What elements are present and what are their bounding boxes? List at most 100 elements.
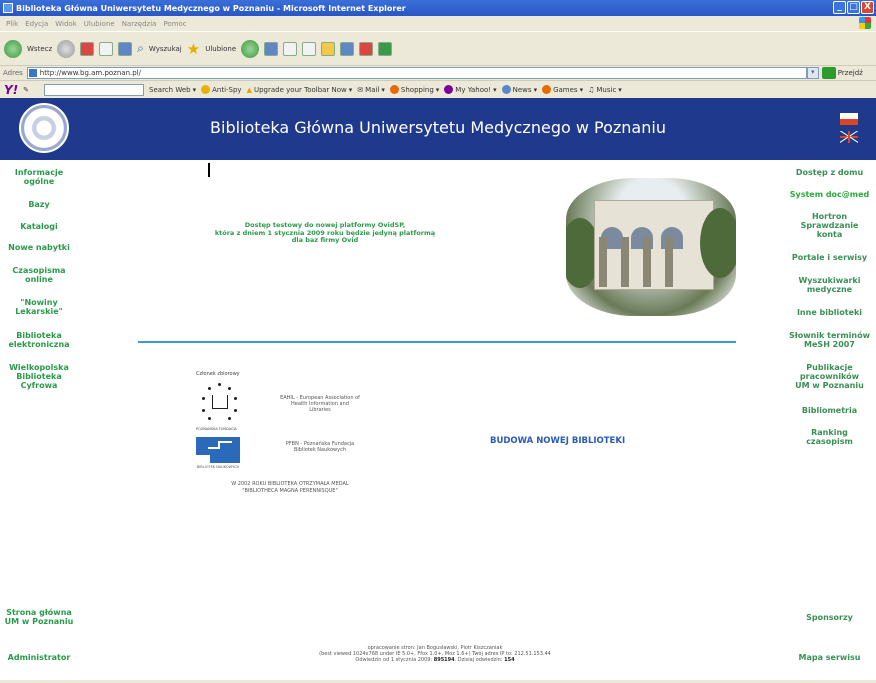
history-icon[interactable] [241, 39, 260, 58]
yahoo-search-input[interactable] [44, 83, 145, 96]
nav-system-docmed[interactable]: System doc@med [783, 190, 876, 199]
mail-icon: ✉ [357, 85, 364, 94]
research-icon[interactable] [359, 41, 374, 56]
home-icon[interactable] [118, 41, 133, 56]
back-icon[interactable] [4, 39, 22, 58]
nav-label: "Nowiny [20, 298, 58, 307]
nav-informacje-ogolne[interactable]: Informacje ogólne [0, 168, 78, 186]
building [594, 200, 714, 290]
nav-label: Sponsorzy [806, 613, 853, 622]
nav-dostep-z-domu[interactable]: Dostęp z domu [783, 168, 876, 177]
nav-wielkopolska-biblioteka-cyfrowa[interactable]: Wielkopolska Biblioteka Cyfrowa [0, 363, 78, 390]
favorites-button-label[interactable]: Ulubione [205, 45, 236, 53]
nav-label: konta [816, 230, 843, 239]
nav-label: Administrator [7, 653, 71, 662]
eahil-logo[interactable] [198, 383, 242, 423]
shopping-button[interactable]: Shopping ▾ [389, 85, 439, 94]
mail-icon[interactable] [264, 41, 279, 56]
nav-slownik-mesh[interactable]: Słownik terminów MeSH 2007 [783, 331, 876, 349]
nav-label: Biblioteka [16, 331, 62, 340]
search-icon[interactable]: ⌕ [137, 41, 144, 56]
maximize-button[interactable]: □ [847, 1, 860, 14]
nav-inne-biblioteki[interactable]: Inne biblioteki [783, 308, 876, 317]
nav-mapa-serwisu[interactable]: Mapa serwisu [783, 653, 876, 662]
address-dropdown-icon[interactable]: ▾ [806, 67, 819, 79]
menu-file[interactable]: Plik [6, 20, 18, 28]
nav-katalogi[interactable]: Katalogi [0, 222, 78, 231]
mail-button[interactable]: ✉ Mail ▾ [357, 86, 385, 94]
go-button-label[interactable]: Przejdź [838, 69, 863, 77]
menu-help[interactable]: Pomoc [163, 20, 186, 28]
new-library-link[interactable]: BUDOWA NOWEJ BIBLIOTEKI [490, 436, 625, 446]
print-icon[interactable] [283, 41, 298, 56]
yahoo-toolbar: Y! ✎ Search Web ▾ Anti-Spy ▲ Upgrade your… [0, 80, 876, 98]
search-button-label[interactable]: Wyszukaj [149, 45, 182, 53]
nav-nowe-nabytki[interactable]: Nowe nabytki [0, 243, 78, 252]
nav-strona-glowna-um[interactable]: Strona główna UM w Poznaniu [0, 608, 78, 626]
library-building-photo [566, 178, 736, 316]
nav-biblioteka-elektroniczna[interactable]: Biblioteka elektroniczna [0, 331, 78, 349]
yahoo-logo[interactable]: Y! [4, 83, 18, 97]
go-icon[interactable] [821, 67, 836, 79]
nav-label: Ranking [811, 428, 848, 437]
my-yahoo-button[interactable]: My Yahoo! ▾ [444, 85, 497, 94]
anti-spy-icon [201, 85, 211, 94]
refresh-icon[interactable] [99, 41, 114, 56]
browser-toolbar: Wstecz ⌕ Wyszukaj ★ Ulubione [0, 31, 876, 65]
pfbn-logo[interactable] [196, 437, 240, 463]
nav-publikacje-pracownikow[interactable]: Publikacje pracowników UM w Poznaniu [783, 363, 876, 390]
back-button-label[interactable]: Wstecz [27, 45, 52, 53]
news-label: News [512, 85, 532, 94]
menu-edit[interactable]: Edycja [25, 20, 48, 28]
pfbn-caption-top: POZNAŃSKA FUNDACJA [196, 427, 237, 431]
folder-icon[interactable] [321, 41, 336, 56]
nav-label: Mapa serwisu [798, 653, 861, 662]
close-button[interactable]: X [861, 1, 874, 14]
edit-icon[interactable] [302, 41, 317, 56]
medal-line: W 2002 ROKU BIBLIOTEKA OTRZYMAŁA MEDAL [231, 481, 349, 487]
column [599, 237, 607, 287]
nav-administrator[interactable]: Administrator [0, 653, 78, 662]
column [621, 237, 629, 287]
nav-ranking-czasopism[interactable]: Ranking czasopism [783, 428, 876, 446]
nav-bazy[interactable]: Bazy [0, 200, 78, 209]
pencil-icon[interactable]: ✎ [23, 86, 29, 94]
visits-total: 895194 [433, 657, 455, 663]
nav-czasopisma-online[interactable]: Czasopisma online [0, 266, 78, 284]
my-yahoo-icon [444, 85, 454, 94]
nav-label: Nowe nabytki [8, 243, 70, 252]
minimize-button[interactable]: _ [833, 1, 846, 14]
address-bar: Adres http://www.bg.am.poznan.pl/ ▾ Prze… [0, 65, 876, 80]
nav-label: Słownik terminów [788, 331, 870, 340]
menu-view[interactable]: Widok [55, 20, 77, 28]
nav-bibliometria[interactable]: Bibliometria [783, 406, 876, 415]
warning-icon: ▲ [246, 85, 252, 94]
window-controls: _ □ X [833, 1, 874, 14]
news-announcement-link[interactable]: Dostęp testowy do nowej platformy OvidSP… [200, 221, 450, 245]
forward-icon[interactable] [57, 39, 76, 58]
tools-icon[interactable] [378, 41, 393, 56]
news-line: dla baz firmy Ovid [291, 236, 359, 244]
stop-icon[interactable] [80, 41, 95, 56]
news-button[interactable]: News ▾ [501, 85, 537, 94]
upgrade-toolbar-button[interactable]: ▲ Upgrade your Toolbar Now ▾ [247, 86, 353, 94]
menu-tools[interactable]: Narzędzia [122, 20, 157, 28]
search-web-button[interactable]: Search Web ▾ [149, 86, 196, 94]
nav-label: Czasopisma [12, 266, 66, 275]
nav-hortron[interactable]: Hortron Sprawdzanie konta [783, 212, 876, 239]
nav-portale-i-serwisy[interactable]: Portale i serwisy [783, 253, 876, 262]
anti-spy-button[interactable]: Anti-Spy [201, 85, 242, 94]
polish-flag-icon[interactable] [840, 113, 858, 125]
mail-label: Mail [365, 85, 380, 94]
menu-favorites[interactable]: Ulubione [84, 20, 115, 28]
window-title: Biblioteka Główna Uniwersytetu Medyczneg… [16, 3, 406, 13]
music-button[interactable]: ♫ Music ▾ [588, 86, 622, 94]
games-button[interactable]: Games ▾ [542, 85, 583, 94]
nav-wyszukiwarki-medyczne[interactable]: Wyszukiwarki medyczne [783, 276, 876, 294]
address-input[interactable]: http://www.bg.am.poznan.pl/ [26, 67, 807, 79]
favorites-icon[interactable]: ★ [187, 40, 200, 58]
nav-sponsorzy[interactable]: Sponsorzy [783, 613, 876, 622]
english-flag-icon[interactable] [840, 131, 858, 143]
messenger-icon[interactable] [340, 41, 355, 56]
nav-nowiny-lekarskie[interactable]: "Nowiny Lekarskie" [0, 298, 78, 316]
